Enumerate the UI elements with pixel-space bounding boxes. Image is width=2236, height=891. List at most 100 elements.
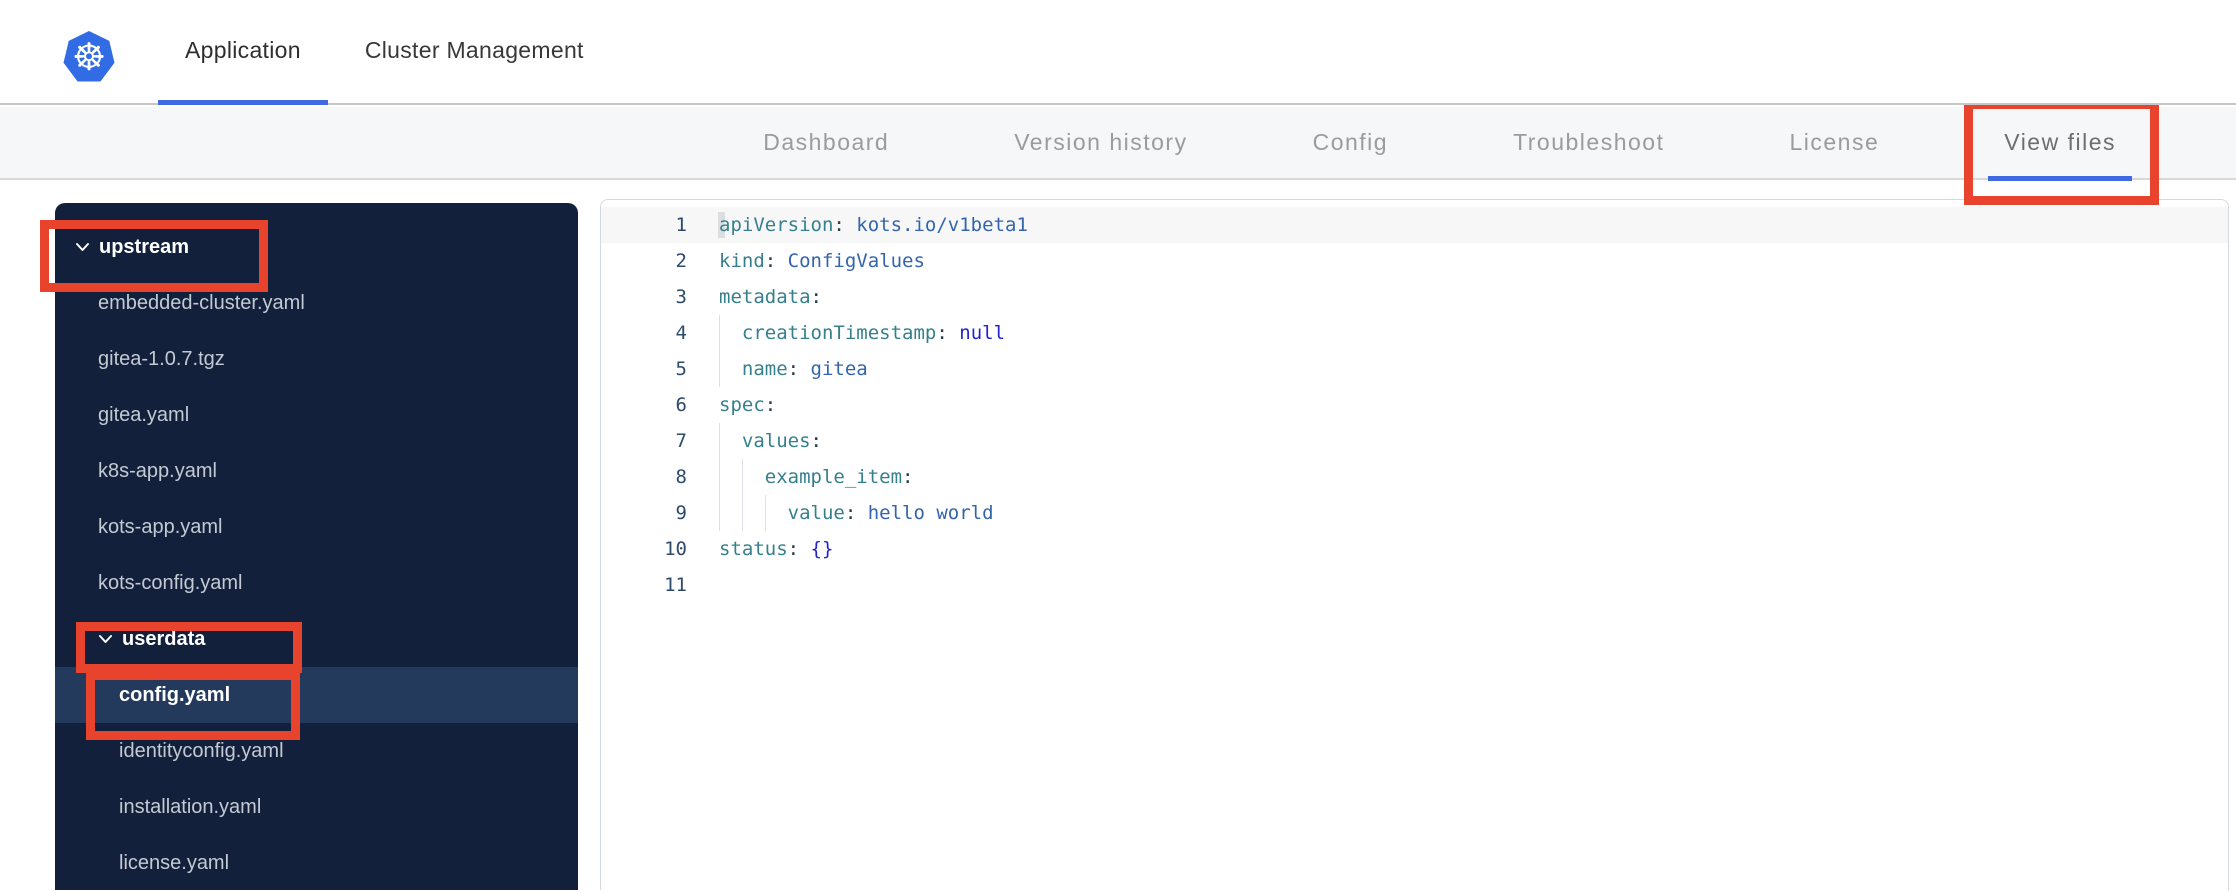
header-tab-application[interactable]: Application [158, 0, 328, 105]
code-line: 7 values: [601, 423, 2228, 459]
code-line: 3 metadata: [601, 279, 2228, 315]
file-label: gitea.yaml [98, 403, 190, 426]
app-header-tabs: Application Cluster Management [158, 0, 611, 105]
file-label: embedded-cluster.yaml [98, 291, 305, 314]
tree-item-userdata[interactable]: userdata [55, 611, 578, 673]
chevron-down-icon [98, 634, 113, 644]
indent-guide [719, 459, 742, 495]
yaml-colon: : [936, 322, 948, 344]
line-number: 11 [664, 574, 687, 596]
chevron-down-icon [75, 242, 90, 252]
indent-guide [719, 351, 742, 387]
subnav-tab-view-files[interactable]: View files [1964, 100, 2159, 205]
subnav-tab-label: View files [2004, 129, 2116, 155]
yaml-value: hello world [867, 502, 994, 524]
subnav-tab-dashboard[interactable]: Dashboard [763, 107, 889, 178]
subnav-tab-label: Troubleshoot [1513, 129, 1665, 155]
yaml-colon: : [764, 394, 777, 416]
yaml-key: spec [719, 394, 765, 416]
yaml-key: status [719, 538, 788, 560]
code-line-content: kind: ConfigValues [719, 243, 2228, 279]
yaml-file-viewer[interactable]: 1 apiVersion: kots.io/v1beta1 2 kind: Confi… [600, 199, 2229, 890]
yaml-value: gitea [810, 358, 868, 380]
yaml-value: ConfigValues [787, 250, 925, 272]
yaml-colon: : [787, 358, 800, 380]
file-label: k8s-app.yaml [98, 459, 217, 482]
line-number: 3 [675, 286, 687, 308]
app-header: ☸ Application Cluster Management [0, 0, 2236, 105]
yaml-constant: null [959, 322, 1006, 344]
tree-item-kots-app-yaml[interactable]: kots-app.yaml [55, 499, 578, 555]
line-number: 9 [675, 502, 687, 524]
yaml-key: apiVersion [719, 214, 834, 236]
tree-item-embedded-cluster-yaml[interactable]: embedded-cluster.yaml [55, 275, 578, 331]
header-tab-label: Cluster Management [364, 36, 584, 63]
tree-item-license-yaml[interactable]: license.yaml [55, 835, 578, 891]
indent-guide [764, 495, 788, 531]
line-number: 10 [664, 538, 687, 560]
folder-label: upstream [99, 235, 190, 258]
indent-guide [719, 315, 742, 351]
yaml-colon: : [844, 502, 857, 524]
yaml-value: kots.io/v1beta1 [856, 214, 1028, 236]
yaml-colon: : [902, 466, 914, 488]
yaml-key: creationTimestamp [741, 322, 937, 344]
line-number: 8 [675, 466, 687, 488]
yaml-colon: : [787, 538, 800, 560]
header-tab-cluster-management[interactable]: Cluster Management [338, 0, 611, 105]
file-label: config.yaml [119, 683, 231, 706]
tree-item-upstream[interactable]: upstream [40, 219, 578, 292]
code-line: 10 status: {} [601, 531, 2228, 567]
tree-item-installation-yaml[interactable]: installation.yaml [55, 779, 578, 835]
code-line-content: example_item: [719, 459, 2228, 495]
tree-item-gitea-yaml[interactable]: gitea.yaml [55, 387, 578, 443]
tree-item-kots-config-yaml[interactable]: kots-config.yaml [55, 555, 578, 611]
kubernetes-helm-glyph: ☸ [71, 35, 107, 79]
tree-item-identityconfig-yaml[interactable]: identityconfig.yaml [55, 723, 578, 779]
code-line-content: status: {} [719, 531, 2228, 567]
tree-item-k8s-app-yaml[interactable]: k8s-app.yaml [55, 443, 578, 499]
yaml-colon: : [810, 430, 822, 452]
yaml-key: values [741, 430, 811, 452]
code-line: 9 value: hello world [601, 495, 2228, 531]
code-line: 1 apiVersion: kots.io/v1beta1 [601, 207, 2228, 243]
file-label: kots-app.yaml [98, 515, 223, 538]
subnav-tab-license[interactable]: License [1789, 107, 1879, 178]
yaml-colon: : [810, 286, 822, 308]
code-line-content: creationTimestamp: null [719, 315, 2228, 351]
subnav-tab-config[interactable]: Config [1313, 107, 1388, 178]
indent-guide [719, 495, 742, 531]
indent-guide [719, 423, 742, 459]
code-line-content: name: gitea [719, 351, 2228, 387]
code-line: 11 [601, 567, 2228, 603]
code-line: 5 name: gitea [601, 351, 2228, 387]
line-number: 5 [675, 358, 687, 380]
yaml-colon: : [833, 214, 845, 236]
yaml-constant: {} [810, 538, 834, 560]
code-line-content: value: hello world [719, 495, 2228, 531]
code-line: 2 kind: ConfigValues [601, 243, 2228, 279]
subnav-tab-version-history[interactable]: Version history [1014, 107, 1187, 178]
yaml-key: value [787, 502, 845, 524]
indent-guide [741, 459, 765, 495]
line-number: 2 [675, 250, 687, 272]
kubernetes-logo-icon[interactable]: ☸ [63, 31, 115, 82]
code-line-content: metadata: [719, 279, 2228, 315]
subnav-tab-label: Dashboard [763, 129, 890, 155]
code-line-content: apiVersion: kots.io/v1beta1 [719, 207, 2228, 243]
subnav-tab-troubleshoot[interactable]: Troubleshoot [1513, 107, 1664, 178]
yaml-key: metadata [719, 286, 811, 308]
file-label: license.yaml [119, 851, 230, 874]
subnav-tab-label: License [1789, 129, 1880, 155]
file-label: kots-config.yaml [98, 571, 243, 594]
yaml-key: name [741, 358, 788, 380]
line-number: 1 [675, 214, 687, 236]
tree-item-gitea-1-0-7-tgz[interactable]: gitea-1.0.7.tgz [55, 331, 578, 387]
code-line-content: spec: [719, 387, 2228, 423]
tree-item-config-yaml[interactable]: config.yaml [55, 667, 578, 740]
folder-label: userdata [122, 627, 206, 650]
code-line: 4 creationTimestamp: null [601, 315, 2228, 351]
yaml-key: kind [719, 250, 765, 272]
code-line: 8 example_item: [601, 459, 2228, 495]
file-label: gitea-1.0.7.tgz [98, 347, 225, 370]
